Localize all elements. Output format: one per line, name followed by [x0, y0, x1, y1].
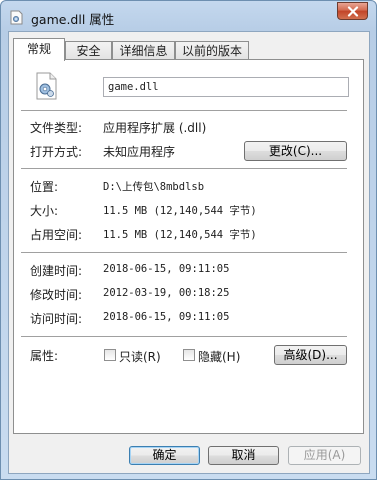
- hidden-checkbox[interactable]: [183, 349, 195, 361]
- tab-details-label: 详细信息: [119, 44, 168, 58]
- tab-security-label: 安全: [76, 44, 101, 58]
- file-name-field[interactable]: game.dll: [103, 77, 349, 97]
- dll-file-gear-icon: [36, 72, 57, 100]
- open-with-value: 未知应用程序: [103, 145, 176, 159]
- readonly-checkbox[interactable]: [104, 349, 116, 361]
- close-button[interactable]: [337, 2, 368, 20]
- separator: [21, 252, 347, 253]
- hidden-label[interactable]: 隐藏(H): [198, 348, 240, 365]
- apply-button[interactable]: 应用(A): [288, 446, 361, 465]
- separator: [21, 336, 347, 337]
- accessed-value: 2018-06-15, 09:11:05: [103, 311, 230, 323]
- general-tab-panel: [13, 59, 364, 434]
- modified-value: 2012-03-19, 00:18:25: [103, 287, 230, 299]
- dll-file-icon: [10, 10, 23, 25]
- created-label: 创建时间:: [30, 264, 83, 278]
- change-button[interactable]: 更改(C)...: [244, 141, 347, 161]
- size-label: 大小:: [30, 204, 59, 218]
- separator: [21, 168, 347, 169]
- location-value: D:\上传包\8mbdlsb: [103, 181, 205, 193]
- window-title: game.dll 属性: [31, 12, 115, 27]
- tab-general[interactable]: 常规: [13, 38, 65, 61]
- size-value: 11.5 MB (12,140,544 字节): [103, 205, 257, 217]
- modified-label: 修改时间:: [30, 288, 83, 302]
- cancel-button[interactable]: 取消: [208, 446, 279, 465]
- tab-security[interactable]: 安全: [65, 41, 112, 61]
- location-label: 位置:: [30, 180, 59, 194]
- title-bar[interactable]: game.dll 属性: [1, 1, 376, 33]
- readonly-label[interactable]: 只读(R): [119, 348, 161, 365]
- properties-window: game.dll 属性 常规 安全 详细信息 以前的版本 game.dll 文件…: [0, 0, 377, 480]
- attributes-label: 属性:: [30, 349, 59, 363]
- separator: [21, 110, 347, 111]
- tab-details[interactable]: 详细信息: [112, 41, 175, 61]
- open-with-label: 打开方式:: [30, 145, 83, 159]
- ok-button[interactable]: 确定: [129, 446, 200, 465]
- tab-previous-versions[interactable]: 以前的版本: [175, 41, 249, 61]
- disk-size-value: 11.5 MB (12,140,544 字节): [103, 229, 257, 241]
- accessed-label: 访问时间:: [30, 312, 83, 326]
- tab-general-label: 常规: [26, 42, 51, 56]
- close-icon: [347, 6, 359, 17]
- tab-previous-versions-label: 以前的版本: [181, 44, 242, 58]
- file-type-value: 应用程序扩展 (.dll): [103, 121, 207, 135]
- file-type-label: 文件类型:: [30, 121, 83, 135]
- disk-size-label: 占用空间:: [30, 228, 83, 242]
- created-value: 2018-06-15, 09:11:05: [103, 263, 230, 275]
- advanced-button[interactable]: 高级(D)...: [274, 345, 347, 365]
